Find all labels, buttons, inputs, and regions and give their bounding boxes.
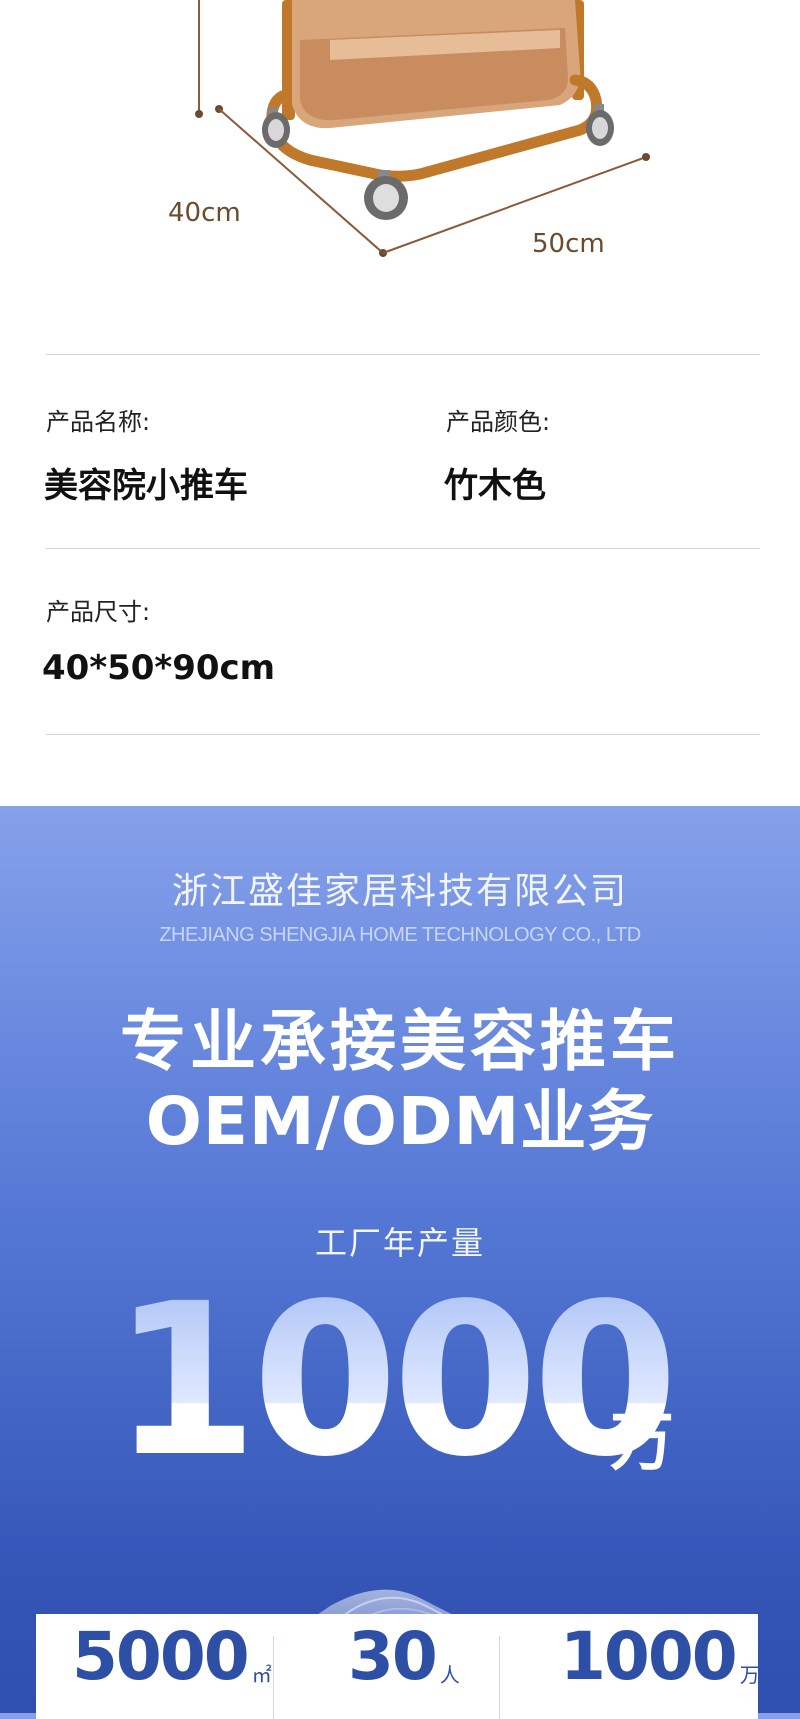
product-name-label: 产品名称: — [46, 408, 151, 436]
stat-divider — [499, 1636, 500, 1719]
product-color-label: 产品颜色: — [446, 408, 551, 436]
headline-secondary: OEM/ODM业务 — [145, 1083, 655, 1160]
width-label: 50cm — [532, 229, 605, 259]
capacity-unit: 万 — [610, 1406, 674, 1480]
stat-output-value: 1000 — [560, 1618, 738, 1695]
company-banner: 浙江盛佳家居科技有限公司 ZHEJIANG SHENGJIA HOME TECH… — [0, 806, 800, 1719]
divider — [46, 548, 760, 549]
stat-staff: 30 人 — [348, 1624, 460, 1690]
beauty-cart-illustration — [195, 0, 650, 257]
company-name-cn: 浙江盛佳家居科技有限公司 — [171, 871, 628, 912]
stat-staff-unit: 人 — [439, 1663, 460, 1687]
stat-area-value: 5000 — [72, 1618, 250, 1695]
stat-area-unit: ㎡ — [251, 1663, 272, 1687]
depth-label: 40cm — [168, 198, 241, 228]
product-color-value: 竹木色 — [444, 466, 546, 506]
stat-output: 1000 万 — [560, 1624, 760, 1690]
stat-output-unit: 万 — [739, 1663, 760, 1687]
capacity-value: 1000 — [112, 1258, 678, 1503]
product-image: 40cm 50cm — [0, 0, 800, 300]
stat-area: 5000 ㎡ — [72, 1624, 272, 1690]
divider — [46, 354, 760, 355]
divider — [46, 734, 760, 735]
stats-panel: 5000 ㎡ 30 人 1000 万 — [36, 1614, 760, 1719]
stat-staff-value: 30 — [348, 1618, 438, 1695]
product-size-label: 产品尺寸: — [46, 598, 151, 626]
company-name-en: ZHEJIANG SHENGJIA HOME TECHNOLOGY CO., L… — [159, 924, 641, 946]
stat-divider — [273, 1636, 274, 1719]
product-size-value: 40*50*90cm — [42, 648, 276, 688]
product-name-value: 美容院小推车 — [44, 466, 248, 506]
